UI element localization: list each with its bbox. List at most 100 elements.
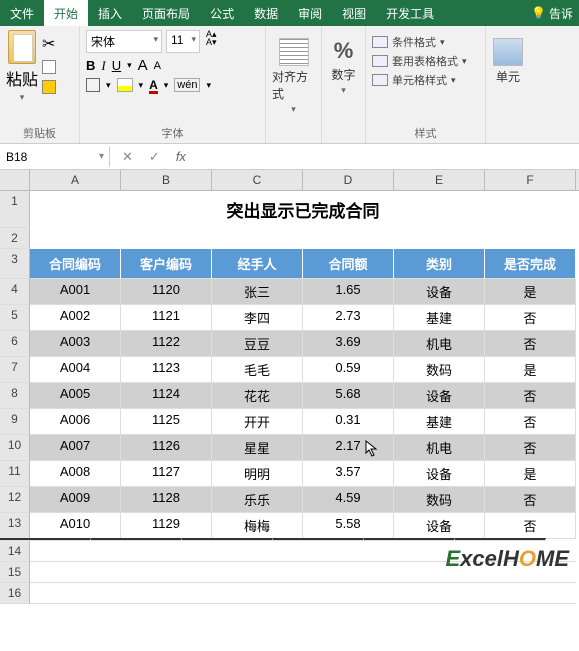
cell[interactable] (121, 541, 212, 562)
cell[interactable]: 1127 (121, 461, 212, 487)
col-header-f[interactable]: F (485, 170, 576, 190)
cell[interactable]: 1120 (121, 279, 212, 305)
cell[interactable]: 否 (485, 487, 576, 513)
cell[interactable]: 3.69 (303, 331, 394, 357)
cell[interactable]: A010 (30, 513, 121, 539)
cell[interactable] (212, 583, 303, 604)
cell[interactable]: 1128 (121, 487, 212, 513)
row-header[interactable]: 10 (0, 435, 30, 461)
row-header[interactable]: 16 (0, 583, 30, 604)
cell[interactable]: 4.59 (303, 487, 394, 513)
font-name-select[interactable]: 宋体 (86, 30, 162, 53)
col-header-b[interactable]: B (121, 170, 212, 190)
cell[interactable]: 2.17 (303, 435, 394, 461)
cell[interactable]: 5.58 (303, 513, 394, 539)
chevron-down-icon[interactable]: ▾ (164, 80, 169, 91)
cell[interactable] (303, 562, 394, 583)
cell[interactable]: A006 (30, 409, 121, 435)
cell[interactable]: 机电 (394, 435, 485, 461)
cell[interactable] (485, 228, 576, 238)
cell[interactable]: 合同额 (303, 249, 394, 279)
row-header[interactable]: 1 (0, 191, 30, 228)
cell[interactable]: 3.57 (303, 461, 394, 487)
row-header[interactable]: 3 (0, 249, 30, 279)
select-all-corner[interactable] (0, 170, 30, 190)
cell[interactable]: 花花 (212, 383, 303, 409)
bold-button[interactable]: B (86, 58, 95, 73)
cell[interactable]: 1124 (121, 383, 212, 409)
chevron-down-icon[interactable]: ▾ (106, 80, 111, 91)
cell[interactable]: 合同编码 (30, 249, 121, 279)
cancel-icon[interactable]: ✕ (122, 149, 133, 165)
cell[interactable]: 明明 (212, 461, 303, 487)
cell[interactable]: 数码 (394, 487, 485, 513)
row-header[interactable]: 9 (0, 409, 30, 435)
tab-formulas[interactable]: 公式 (200, 0, 244, 26)
cut-icon[interactable]: ✂ (42, 34, 56, 54)
cell[interactable]: A007 (30, 435, 121, 461)
cell[interactable] (30, 562, 121, 583)
chevron-down-icon[interactable]: ▾ (139, 80, 144, 91)
cell[interactable]: 开开 (212, 409, 303, 435)
cell[interactable]: 设备 (394, 279, 485, 305)
col-header-d[interactable]: D (303, 170, 394, 190)
cell[interactable] (121, 583, 212, 604)
format-painter-icon[interactable] (42, 80, 56, 94)
cell[interactable]: 经手人 (212, 249, 303, 279)
col-header-c[interactable]: C (212, 170, 303, 190)
cell[interactable]: 毛毛 (212, 357, 303, 383)
cell[interactable]: A003 (30, 331, 121, 357)
cell[interactable] (212, 228, 303, 238)
cell[interactable]: A009 (30, 487, 121, 513)
font-size-stepper[interactable]: A▴A▾ (204, 30, 219, 53)
row-header[interactable]: 8 (0, 383, 30, 409)
row-header[interactable]: 13 (0, 513, 30, 539)
cell[interactable]: 2.73 (303, 305, 394, 331)
font-color-button[interactable]: A (149, 78, 158, 92)
cell[interactable] (303, 228, 394, 238)
cell[interactable]: 数码 (394, 357, 485, 383)
fill-color-button[interactable] (117, 78, 133, 92)
name-box[interactable]: B18 (0, 147, 110, 167)
row-header[interactable]: 5 (0, 305, 30, 331)
paste-button[interactable]: 粘贴 ▾ (6, 30, 38, 103)
cell[interactable] (303, 541, 394, 562)
row-header[interactable]: 7 (0, 357, 30, 383)
tab-layout[interactable]: 页面布局 (132, 0, 200, 26)
row-header[interactable]: 12 (0, 487, 30, 513)
cell[interactable]: 李四 (212, 305, 303, 331)
fx-icon[interactable]: fx (176, 149, 186, 164)
cell[interactable]: 5.68 (303, 383, 394, 409)
col-header-e[interactable]: E (394, 170, 485, 190)
tab-review[interactable]: 审阅 (288, 0, 332, 26)
cell[interactable]: 星星 (212, 435, 303, 461)
cell[interactable]: 1121 (121, 305, 212, 331)
cell[interactable]: 是 (485, 279, 576, 305)
cell[interactable]: 梅梅 (212, 513, 303, 539)
chevron-down-icon[interactable]: ▾ (206, 80, 211, 91)
underline-button[interactable]: U (112, 58, 121, 73)
conditional-formatting-button[interactable]: 条件格式 ▾ (372, 34, 479, 50)
cell[interactable] (30, 541, 121, 562)
cell[interactable]: 否 (485, 331, 576, 357)
cell[interactable]: 基建 (394, 305, 485, 331)
cell[interactable] (30, 228, 121, 238)
tab-dev[interactable]: 开发工具 (376, 0, 444, 26)
grow-font-button[interactable]: A (138, 57, 148, 74)
worksheet[interactable]: A B C D E F 1突出显示已完成合同23合同编码客户编码经手人合同额类别… (0, 170, 579, 604)
tab-data[interactable]: 数据 (244, 0, 288, 26)
cell[interactable]: 乐乐 (212, 487, 303, 513)
cell[interactable] (212, 541, 303, 562)
row-header[interactable]: 15 (0, 562, 30, 583)
enter-icon[interactable]: ✓ (149, 149, 160, 165)
cell[interactable]: 是否完成 (485, 249, 576, 279)
cell[interactable]: 否 (485, 513, 576, 539)
row-header[interactable]: 11 (0, 461, 30, 487)
cells-button[interactable]: 单元 (492, 30, 524, 85)
cell[interactable] (303, 583, 394, 604)
row-header[interactable]: 14 (0, 541, 30, 562)
cell-styles-button[interactable]: 单元格样式 ▾ (372, 72, 479, 88)
cell[interactable]: 设备 (394, 513, 485, 539)
cell[interactable]: 否 (485, 435, 576, 461)
italic-button[interactable]: I (101, 58, 105, 74)
